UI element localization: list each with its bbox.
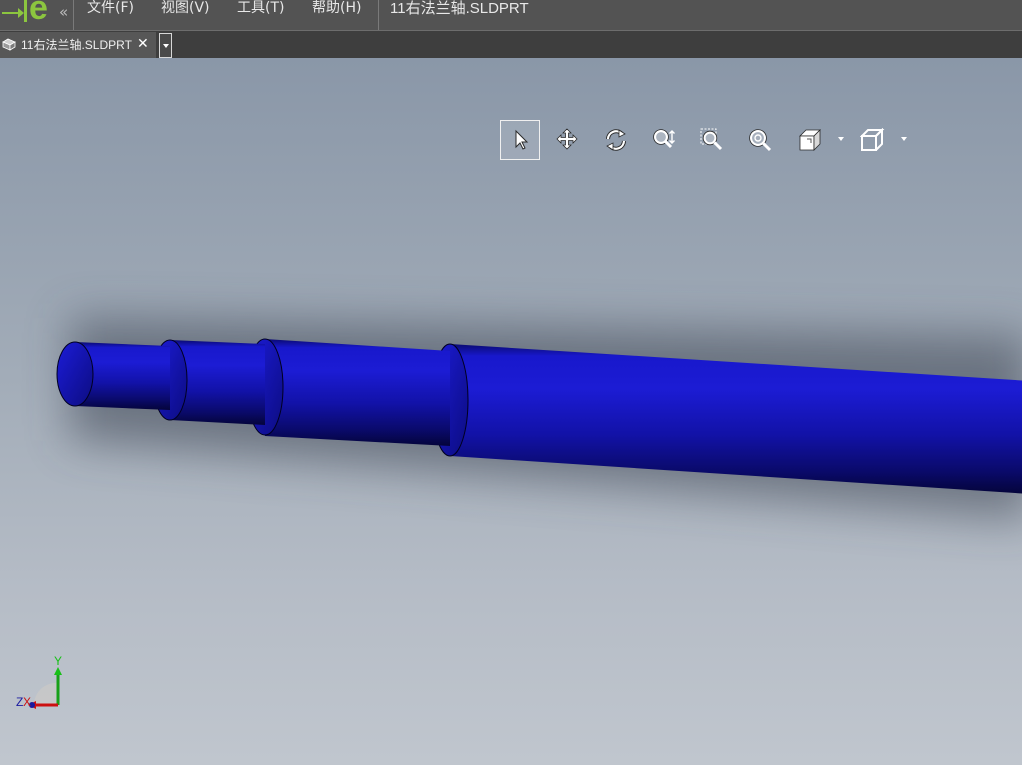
rotate-icon — [606, 129, 626, 151]
document-title: 11右法兰轴.SLDPRT — [390, 0, 529, 17]
menu-tools[interactable]: 工具(T) — [237, 0, 284, 17]
zoom-in-out-icon — [653, 129, 675, 149]
shaft-model[interactable] — [0, 58, 1022, 765]
logo-arrow-icon — [2, 8, 24, 18]
zoom-in-out-button[interactable] — [644, 120, 684, 160]
menu-bar: e « 文件(F) 视图(V) 工具(T) 帮助(H) 11右法兰轴.SLDPR… — [0, 0, 1022, 31]
display-style-button[interactable] — [790, 120, 830, 160]
menu-separator — [73, 0, 74, 30]
close-icon[interactable]: ✕ — [137, 36, 149, 52]
zoom-to-area-icon — [700, 128, 723, 151]
chevron-down-icon[interactable] — [838, 137, 844, 141]
x-axis-label: X — [23, 695, 32, 709]
pan-button[interactable] — [548, 120, 588, 160]
zoom-to-area-button[interactable] — [692, 120, 732, 160]
zoom-to-fit-button[interactable] — [740, 120, 780, 160]
shaft-section-3[interactable] — [265, 339, 450, 446]
menu-view[interactable]: 视图(V) — [161, 0, 210, 17]
menu-file[interactable]: 文件(F) — [87, 0, 134, 17]
pan-icon — [556, 128, 578, 150]
part-icon — [2, 38, 16, 51]
tab-label: 11右法兰轴.SLDPRT — [21, 38, 132, 52]
display-style-icon — [799, 129, 821, 151]
zoom-to-fit-icon — [749, 129, 772, 152]
shaft-end-face — [56, 341, 94, 407]
axis-triad: Y Z X — [14, 653, 70, 715]
document-tab-bar: 11右法兰轴.SLDPRT ✕ — [0, 31, 1022, 58]
model-viewport[interactable]: Y Z X — [0, 58, 1022, 765]
edrawings-logo: e — [0, 0, 56, 30]
menu-separator — [378, 0, 379, 30]
view-orientation-icon — [860, 128, 885, 151]
select-icon — [515, 129, 529, 150]
logo-letter: e — [29, 0, 48, 27]
chevron-down-icon[interactable] — [901, 137, 907, 141]
select-button[interactable] — [500, 120, 540, 160]
view-orientation-button[interactable] — [852, 120, 892, 160]
tab-document[interactable]: 11右法兰轴.SLDPRT ✕ — [0, 32, 156, 58]
collapse-panel-icon[interactable]: « — [59, 1, 68, 23]
y-axis-label: Y — [54, 654, 63, 668]
tab-list-dropdown[interactable] — [159, 33, 172, 58]
rotate-button[interactable] — [596, 120, 636, 160]
menu-help[interactable]: 帮助(H) — [312, 0, 361, 17]
